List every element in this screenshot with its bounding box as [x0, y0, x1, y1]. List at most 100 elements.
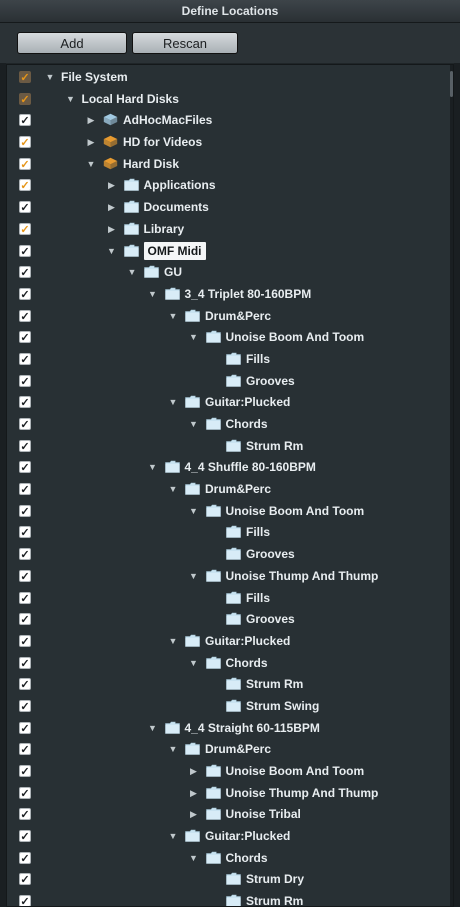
tree-item-label[interactable]: AdHocMacFiles [123, 110, 212, 130]
checkbox[interactable]: ✓ [19, 439, 31, 453]
tree-item-label[interactable]: Guitar:Plucked [205, 826, 290, 846]
tree-row[interactable]: ✓ ▼ Hard Disk [7, 154, 452, 176]
collapsed-triangle-icon[interactable]: ▶ [107, 222, 117, 236]
tree-item-label[interactable]: Drum&Perc [205, 739, 271, 759]
checkbox[interactable]: ✓ [19, 331, 31, 344]
checkbox[interactable]: ✓ [19, 418, 31, 431]
checkbox[interactable]: ✓ [19, 634, 31, 648]
checkbox[interactable]: ✓ [19, 678, 31, 691]
expanded-triangle-icon[interactable]: ▼ [189, 330, 199, 344]
tree-item-label[interactable]: 4_4 Shuffle 80-160BPM [185, 457, 316, 477]
tree-item-label[interactable]: Unoise Thump And Thump [226, 566, 379, 586]
tree-item-label[interactable]: Strum Rm [246, 674, 303, 694]
checkbox[interactable]: ✓ [19, 309, 31, 323]
tree-row[interactable]: ✓ ▶ Applications [7, 175, 452, 197]
tree-item-label[interactable]: Grooves [246, 371, 295, 391]
rescan-button[interactable]: Rescan [132, 32, 238, 54]
checkbox[interactable]: ✓ [19, 244, 31, 258]
tree-row[interactable]: ✓ ▶ Unoise Tribal [7, 804, 452, 826]
tree-row[interactable]: ✓ ▶ HD for Videos [7, 132, 452, 154]
expanded-triangle-icon[interactable]: ▼ [168, 634, 178, 648]
tree-item-label[interactable]: Strum Swing [246, 696, 319, 716]
tree-row[interactable]: ✓ Grooves [7, 371, 452, 393]
collapsed-triangle-icon[interactable]: ▶ [86, 135, 96, 149]
expanded-triangle-icon[interactable]: ▼ [107, 244, 117, 258]
add-button[interactable]: Add [17, 32, 127, 54]
selected-tree-item-label[interactable]: OMF Midi [143, 241, 206, 260]
tree-row[interactable]: ✓ ▼ Unoise Boom And Toom [7, 501, 452, 523]
tree-item-label[interactable]: Unoise Boom And Toom [226, 501, 365, 521]
tree-item-label[interactable]: Chords [226, 848, 268, 868]
expanded-triangle-icon[interactable]: ▼ [189, 417, 199, 431]
checkbox[interactable]: ✓ [19, 157, 31, 171]
checkbox[interactable]: ✓ [19, 136, 31, 149]
tree-row[interactable]: ✓ ▼ OMF Midi [7, 241, 452, 263]
tree-item-label[interactable]: Fills [246, 349, 270, 369]
checkbox[interactable]: ✓ [19, 71, 31, 84]
expanded-triangle-icon[interactable]: ▼ [189, 656, 199, 670]
tree-row[interactable]: ✓ ▶ Documents [7, 197, 452, 219]
expanded-triangle-icon[interactable]: ▼ [189, 851, 199, 865]
tree-row[interactable]: ✓ Strum Rm [7, 436, 452, 458]
tree-row[interactable]: ✓ ▼ Unoise Boom And Toom [7, 327, 452, 349]
tree-row[interactable]: ✓ ▶ Unoise Boom And Toom [7, 761, 452, 783]
tree-row[interactable]: ✓ ▼ Guitar:Plucked [7, 826, 452, 848]
scrollbar-thumb[interactable] [450, 71, 453, 97]
collapsed-triangle-icon[interactable]: ▶ [107, 200, 117, 214]
tree-item-label[interactable]: Drum&Perc [205, 306, 271, 326]
tree-item-label[interactable]: Guitar:Plucked [205, 392, 290, 412]
tree-item-label[interactable]: Applications [144, 175, 216, 195]
expanded-triangle-icon[interactable]: ▼ [86, 157, 96, 171]
checkbox[interactable]: ✓ [19, 830, 31, 843]
expanded-triangle-icon[interactable]: ▼ [168, 742, 178, 756]
tree-item-label[interactable]: GU [164, 262, 182, 282]
tree-item-label[interactable]: Grooves [246, 609, 295, 629]
checkbox[interactable]: ✓ [19, 699, 31, 713]
expanded-triangle-icon[interactable]: ▼ [66, 92, 76, 106]
checkbox[interactable]: ✓ [19, 851, 31, 865]
collapsed-triangle-icon[interactable]: ▶ [107, 178, 117, 192]
tree-row[interactable]: ✓ ▼ 3_4 Triplet 80-160BPM [7, 284, 452, 306]
collapsed-triangle-icon[interactable]: ▶ [189, 764, 199, 778]
checkbox[interactable]: ✓ [19, 504, 31, 518]
checkbox[interactable]: ✓ [19, 786, 31, 800]
tree-item-label[interactable]: Strum Dry [246, 869, 304, 889]
checkbox[interactable]: ✓ [19, 179, 31, 192]
collapsed-triangle-icon[interactable]: ▶ [86, 113, 96, 127]
expanded-triangle-icon[interactable]: ▼ [189, 504, 199, 518]
tree-item-label[interactable]: 3_4 Triplet 80-160BPM [185, 284, 312, 304]
scrollbar-track[interactable] [450, 65, 453, 906]
tree-row[interactable]: ✓ Strum Swing [7, 696, 452, 718]
tree-item-label[interactable]: Strum Rm [246, 891, 303, 906]
expanded-triangle-icon[interactable]: ▼ [148, 287, 158, 301]
tree-item-label[interactable]: Local Hard Disks [82, 89, 179, 109]
tree-row[interactable]: ✓ ▼ GU [7, 262, 452, 284]
tree-row[interactable]: ✓ Fills [7, 588, 452, 610]
tree-item-label[interactable]: Grooves [246, 544, 295, 564]
collapsed-triangle-icon[interactable]: ▶ [189, 786, 199, 800]
expanded-triangle-icon[interactable]: ▼ [168, 395, 178, 409]
tree-row[interactable]: ✓ ▼ Drum&Perc [7, 306, 452, 328]
checkbox[interactable]: ✓ [19, 114, 31, 127]
expanded-triangle-icon[interactable]: ▼ [168, 829, 178, 843]
tree-item-label[interactable]: Hard Disk [123, 154, 179, 174]
tree-row[interactable]: ✓ ▼ Local Hard Disks [7, 89, 452, 111]
tree-item-label[interactable]: File System [61, 67, 128, 87]
tree-row[interactable]: ✓ Strum Dry [7, 869, 452, 891]
tree-row[interactable]: ✓ ▼ 4_4 Straight 60-115BPM [7, 718, 452, 740]
checkbox[interactable]: ✓ [19, 591, 31, 605]
checkbox[interactable]: ✓ [19, 92, 31, 106]
expanded-triangle-icon[interactable]: ▼ [148, 721, 158, 735]
checkbox[interactable]: ✓ [19, 222, 31, 236]
tree-item-label[interactable]: Documents [144, 197, 209, 217]
tree-item-label[interactable]: HD for Videos [123, 132, 202, 152]
expanded-triangle-icon[interactable]: ▼ [168, 482, 178, 496]
checkbox[interactable]: ✓ [19, 656, 31, 670]
checkbox[interactable]: ✓ [19, 352, 31, 366]
checkbox[interactable]: ✓ [19, 765, 31, 778]
checkbox[interactable]: ✓ [19, 743, 31, 756]
tree-row[interactable]: ✓ ▼ 4_4 Shuffle 80-160BPM [7, 457, 452, 479]
tree-row[interactable]: ✓ ▶ Library [7, 219, 452, 241]
tree-row[interactable]: ✓ Strum Rm [7, 891, 452, 906]
tree-item-label[interactable]: Library [144, 219, 185, 239]
